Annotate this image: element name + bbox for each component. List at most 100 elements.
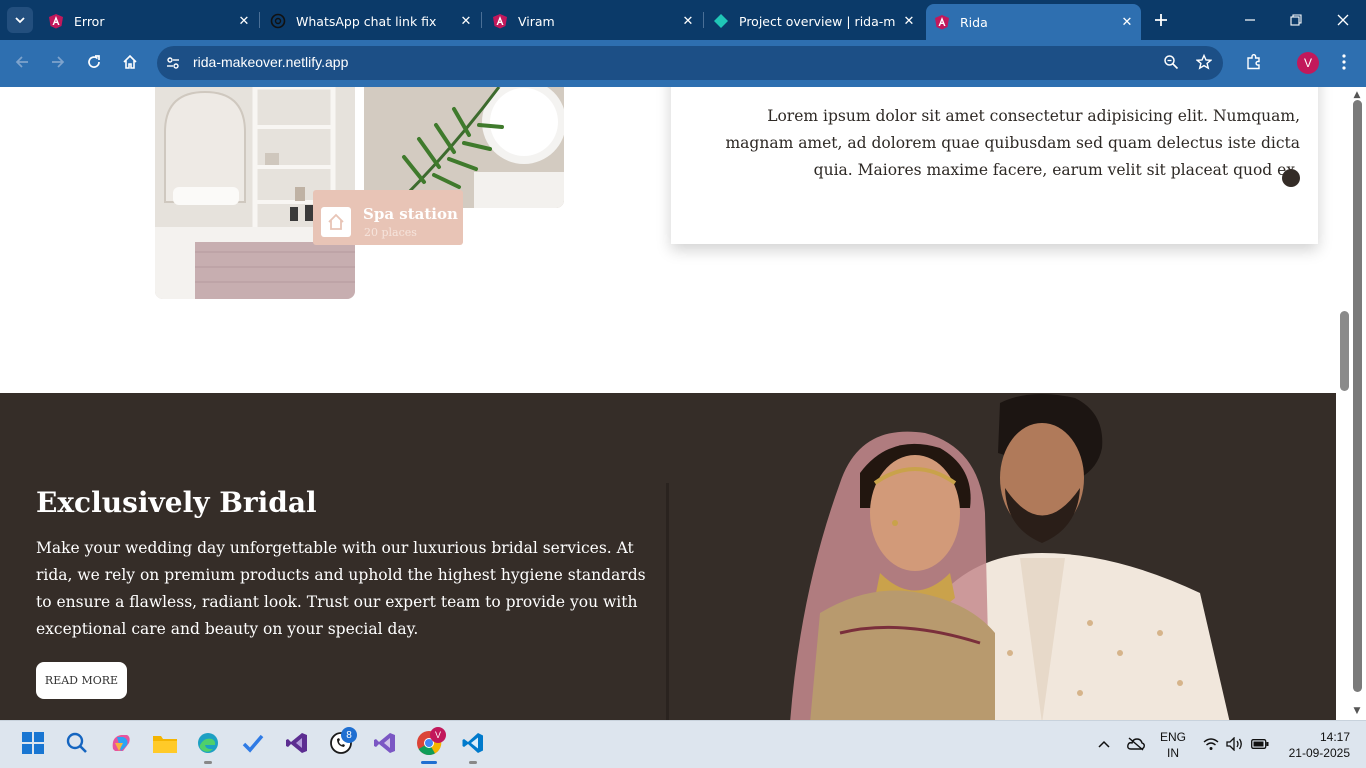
section-divider	[666, 483, 669, 720]
home-icon	[321, 207, 351, 237]
start-button[interactable]	[18, 728, 48, 758]
active-app-indicator	[421, 761, 437, 764]
tab-error[interactable]: Error ✕	[40, 6, 258, 36]
search-icon	[66, 732, 87, 753]
tab-title: Project overview | rida-make	[739, 13, 895, 29]
zoom-button[interactable]	[1160, 51, 1182, 73]
running-indicator	[204, 761, 212, 764]
read-more-button[interactable]: READ MORE	[36, 662, 127, 699]
web-page: Spa station 20 places Lorem ipsum dolor …	[0, 87, 1336, 720]
folder-icon	[153, 736, 177, 753]
tab-whatsapp-chat-link-fix[interactable]: WhatsApp chat link fix ✕	[262, 6, 480, 36]
show-hidden-icons-button[interactable]	[1096, 734, 1112, 754]
tab-search-button[interactable]	[7, 7, 33, 33]
close-tab-icon[interactable]: ✕	[901, 13, 917, 29]
visual-studio-icon	[286, 733, 307, 753]
minimize-icon	[1245, 19, 1255, 21]
wifi-icon[interactable]	[1202, 734, 1220, 754]
browser-menu-button[interactable]	[1333, 51, 1355, 73]
close-tab-icon[interactable]: ✕	[1119, 14, 1135, 30]
extensions-button[interactable]	[1243, 51, 1265, 73]
bridal-title: Exclusively Bridal	[36, 486, 317, 519]
todo-app[interactable]	[238, 728, 268, 758]
restore-icon	[1290, 14, 1302, 26]
windows-icon	[22, 732, 44, 754]
close-tab-icon[interactable]: ✕	[236, 13, 252, 29]
edge-icon	[198, 733, 218, 753]
tab-project-overview[interactable]: Project overview | rida-make ✕	[705, 6, 923, 36]
info-card: Lorem ipsum dolor sit amet consectetur a…	[671, 87, 1318, 244]
minimize-button[interactable]	[1238, 8, 1262, 32]
onedrive-offline-icon[interactable]	[1126, 734, 1146, 754]
chevron-up-icon	[1098, 740, 1110, 748]
chatgpt-icon	[270, 13, 286, 29]
carousel-dot[interactable]	[1282, 169, 1300, 187]
language-code: ENG	[1160, 730, 1187, 744]
close-icon	[1337, 14, 1349, 26]
page-scrollbar-thumb[interactable]	[1340, 311, 1349, 391]
restore-button[interactable]	[1284, 8, 1308, 32]
tab-title: Error	[74, 13, 105, 29]
search-button[interactable]	[62, 728, 92, 758]
clock-date: 21-09-2025	[1288, 746, 1350, 760]
tab-strip: Error ✕ WhatsApp chat link fix ✕ Viram ✕…	[0, 0, 1366, 40]
new-tab-button[interactable]	[1150, 9, 1172, 31]
spa-badge-subtitle: 20 places	[364, 226, 417, 239]
battery-icon[interactable]	[1250, 734, 1270, 754]
angular-icon	[935, 15, 949, 30]
clock-time: 14:17	[1319, 730, 1350, 744]
arrow-right-icon	[52, 56, 65, 68]
plus-icon	[1155, 14, 1167, 26]
vscode-app[interactable]	[458, 728, 488, 758]
file-explorer-app[interactable]	[150, 728, 180, 758]
bridal-section: Exclusively Bridal Make your wedding day…	[0, 393, 1336, 720]
tab-separator	[703, 12, 704, 28]
system-clock[interactable]: 14:17 21-09-2025	[1280, 729, 1350, 761]
visual-studio-icon	[374, 733, 395, 753]
bridal-description: Make your wedding day unforgettable with…	[36, 539, 646, 638]
chrome-profile-badge: V	[430, 727, 446, 743]
arrow-left-icon	[15, 56, 28, 68]
scroll-up-icon[interactable]: ▲	[1351, 90, 1363, 100]
tab-viram[interactable]: Viram ✕	[484, 6, 702, 36]
zoom-icon	[1164, 55, 1179, 70]
angular-icon	[49, 14, 63, 29]
visual-studio-app[interactable]	[282, 728, 312, 758]
scroll-down-icon[interactable]: ▼	[1351, 706, 1363, 716]
profile-avatar[interactable]: V	[1297, 52, 1319, 74]
region-code: IN	[1167, 746, 1179, 760]
card-text: Lorem ipsum dolor sit amet consectetur a…	[725, 107, 1300, 179]
close-tab-icon[interactable]: ✕	[680, 13, 696, 29]
bookmark-button[interactable]	[1193, 51, 1215, 73]
volume-icon[interactable]	[1226, 734, 1244, 754]
more-vertical-icon	[1342, 54, 1346, 70]
outer-scrollbar-thumb[interactable]	[1353, 100, 1362, 692]
running-indicator	[469, 761, 477, 764]
close-window-button[interactable]	[1331, 8, 1355, 32]
chevron-down-icon	[15, 17, 25, 24]
puzzle-icon	[1247, 54, 1260, 70]
tab-title: Rida	[960, 14, 988, 30]
home-icon	[123, 54, 137, 69]
tab-separator	[259, 12, 260, 28]
whatsapp-notification-badge: 8	[341, 727, 357, 743]
bridal-couple-photo	[790, 394, 1230, 720]
tab-separator	[481, 12, 482, 28]
url-text[interactable]: rida-makeover.netlify.app	[193, 54, 348, 70]
spa-badge-title: Spa station	[363, 205, 458, 223]
site-info-icon[interactable]	[163, 53, 183, 73]
language-indicator[interactable]: ENG IN	[1160, 729, 1186, 761]
star-icon	[1196, 54, 1212, 70]
back-button[interactable]	[10, 50, 34, 74]
visual-studio-2-app[interactable]	[370, 728, 400, 758]
reload-button[interactable]	[82, 50, 106, 74]
copilot-app[interactable]	[106, 728, 136, 758]
tab-title: WhatsApp chat link fix	[296, 13, 437, 29]
edge-app[interactable]	[193, 728, 223, 758]
tab-rida[interactable]: Rida ✕	[926, 4, 1141, 40]
forward-button[interactable]	[46, 50, 70, 74]
home-button[interactable]	[118, 50, 142, 74]
checkmark-icon	[242, 734, 264, 753]
close-tab-icon[interactable]: ✕	[458, 13, 474, 29]
reload-icon	[88, 55, 100, 68]
